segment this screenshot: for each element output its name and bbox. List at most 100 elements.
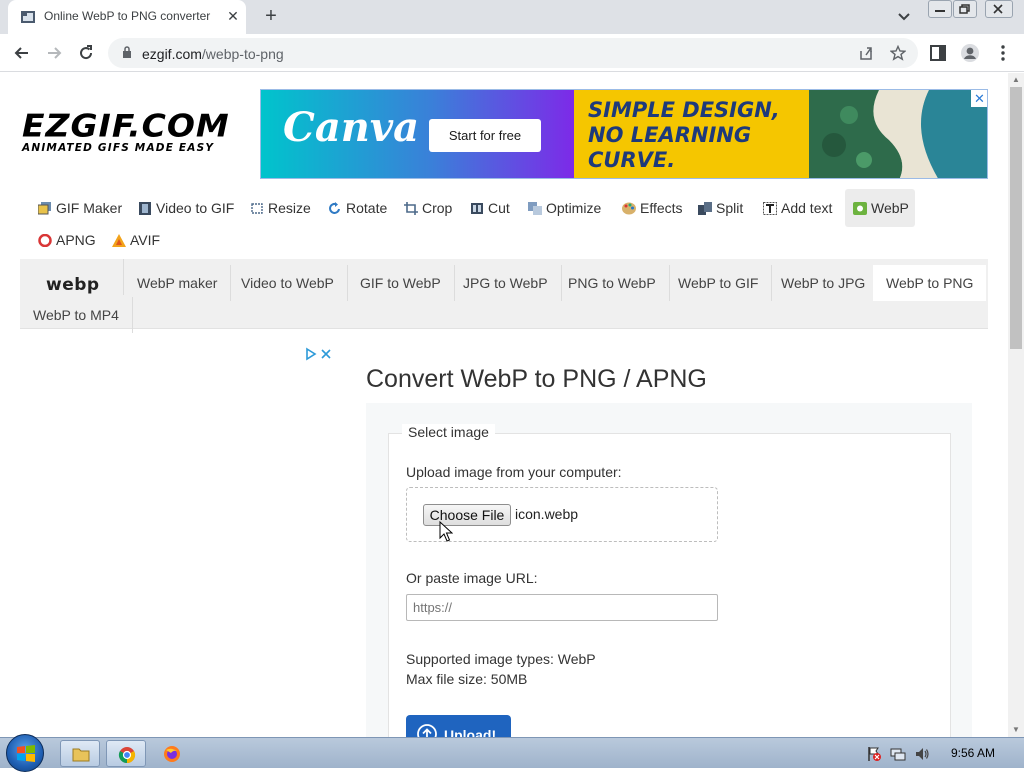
ad-brand-logo: Canva xyxy=(283,104,419,151)
new-tab-icon[interactable]: + xyxy=(260,5,282,27)
cut-icon xyxy=(471,203,483,214)
menu-apng[interactable]: APNG xyxy=(30,225,102,255)
submenu-jpg-to-webp[interactable]: JPG to WebP xyxy=(450,265,562,301)
ad-headline-panel: SIMPLE DESIGN, NO LEARNING CURVE. xyxy=(574,90,809,178)
more-menu-icon[interactable] xyxy=(993,43,1013,63)
menu-avif[interactable]: AVIF xyxy=(104,225,166,255)
webp-icon xyxy=(853,202,867,215)
url-text[interactable]: ezgif.com/webp-to-png xyxy=(142,46,284,62)
ezgif-logo[interactable]: EZGIF.COM ANIMATED GIFS MADE EASY xyxy=(22,107,250,154)
beach-photo xyxy=(809,90,987,178)
page-title: Convert WebP to PNG / APNG xyxy=(366,365,707,393)
taskbar-chrome[interactable] xyxy=(106,740,146,767)
tab-close-icon[interactable]: ✕ xyxy=(224,7,242,25)
browser-toolbar: ezgif.com/webp-to-png xyxy=(0,34,1024,72)
submenu-webp-to-png[interactable]: WebP to PNG xyxy=(873,265,987,301)
scroll-up-arrow-icon[interactable]: ▲ xyxy=(1008,73,1024,87)
firefox-icon xyxy=(164,746,180,762)
apng-icon xyxy=(38,234,52,247)
volume-icon[interactable] xyxy=(914,746,930,762)
menu-webp[interactable]: WebP xyxy=(845,189,915,227)
webp-submenu: webp WebP maker Video to WebP GIF to Web… xyxy=(20,259,988,333)
menu-crop[interactable]: Crop xyxy=(396,193,458,223)
split-icon xyxy=(698,202,712,215)
ad-image xyxy=(809,90,987,178)
advertisement-banner[interactable]: Canva Start for free SIMPLE DESIGN, NO L… xyxy=(260,89,988,179)
rotate-icon xyxy=(329,202,340,214)
forward-arrow-icon[interactable] xyxy=(44,43,64,63)
selected-file-name: icon.webp xyxy=(515,506,579,522)
taskbar-firefox[interactable] xyxy=(152,740,192,767)
submenu-webp-to-mp4[interactable]: WebP to MP4 xyxy=(20,297,133,333)
submenu-video-to-webp[interactable]: Video to WebP xyxy=(228,265,348,301)
image-url-input[interactable] xyxy=(406,594,718,621)
menu-effects[interactable]: Effects xyxy=(614,193,689,223)
url-label: Or paste image URL: xyxy=(406,570,538,586)
menu-rotate[interactable]: Rotate xyxy=(320,193,393,223)
webp-section-logo[interactable]: webp xyxy=(20,259,124,295)
scroll-thumb[interactable] xyxy=(1010,87,1022,349)
profile-avatar-icon[interactable] xyxy=(960,43,980,63)
submenu-webp-to-jpg[interactable]: WebP to JPG xyxy=(768,265,880,301)
max-size-text: Max file size: 50MB xyxy=(406,671,528,687)
mouse-cursor-icon xyxy=(439,521,453,542)
reload-icon[interactable] xyxy=(76,43,96,63)
bookmark-star-icon[interactable] xyxy=(890,45,906,61)
network-icon[interactable] xyxy=(890,746,906,762)
logo-main-text: EZGIF.COM xyxy=(22,107,230,145)
menu-optimize[interactable]: Optimize xyxy=(520,193,607,223)
page-scrollbar[interactable]: ▲ ▼ xyxy=(1008,73,1024,737)
windows-logo-icon xyxy=(17,745,35,762)
submenu-webp-to-gif[interactable]: WebP to GIF xyxy=(665,265,773,301)
close-window-button[interactable] xyxy=(985,0,1013,18)
tab-title: Online WebP to PNG converter xyxy=(44,9,211,23)
submenu-webp-maker[interactable]: WebP maker xyxy=(124,265,232,301)
resize-icon xyxy=(251,203,263,214)
start-button[interactable] xyxy=(6,734,44,772)
ezgif-favicon-icon xyxy=(21,11,35,23)
minimize-icon xyxy=(935,10,945,12)
film-icon xyxy=(139,202,151,215)
taskbar-file-explorer[interactable] xyxy=(60,740,100,767)
ad-cta-button[interactable]: Start for free xyxy=(429,119,541,152)
crop-icon xyxy=(404,202,418,215)
scroll-down-arrow-icon[interactable]: ▼ xyxy=(1008,723,1024,737)
taskbar-clock[interactable]: 9:56 AM xyxy=(951,746,995,760)
restore-button[interactable] xyxy=(953,0,977,18)
upload-label: Upload image from your computer: xyxy=(406,464,622,480)
back-arrow-icon[interactable] xyxy=(12,43,32,63)
upload-button[interactable]: Upload! xyxy=(406,715,511,737)
optimize-icon xyxy=(528,202,542,215)
share-icon[interactable] xyxy=(858,45,874,61)
restore-icon xyxy=(959,4,970,14)
upload-cloud-icon xyxy=(417,724,437,737)
lock-icon[interactable] xyxy=(122,46,132,59)
gif-maker-icon xyxy=(38,202,51,215)
chrome-icon xyxy=(118,747,136,764)
page-viewport: EZGIF.COM ANIMATED GIFS MADE EASY Canva … xyxy=(0,73,1008,737)
tab-strip: Online WebP to PNG converter ✕ + xyxy=(0,0,1024,34)
windows-taskbar: 9:56 AM xyxy=(0,734,1024,772)
tab-search-chevron-icon[interactable] xyxy=(894,7,914,27)
menu-cut[interactable]: Cut xyxy=(462,193,516,223)
menu-gif-maker[interactable]: GIF Maker xyxy=(30,193,128,223)
submenu-png-to-webp[interactable]: PNG to WebP xyxy=(555,265,670,301)
menu-add-text[interactable]: Add text xyxy=(755,193,838,223)
text-icon xyxy=(763,202,777,215)
minimize-button[interactable] xyxy=(928,0,952,18)
menu-resize[interactable]: Resize xyxy=(242,193,317,223)
action-center-flag-icon[interactable] xyxy=(866,746,882,762)
submenu-gif-to-webp[interactable]: GIF to WebP xyxy=(347,265,455,301)
browser-tab[interactable]: Online WebP to PNG converter ✕ xyxy=(8,0,246,34)
menu-split[interactable]: Split xyxy=(690,193,749,223)
choose-file-button[interactable]: Choose File xyxy=(423,504,511,526)
address-bar[interactable]: ezgif.com/webp-to-png xyxy=(108,38,918,68)
ad-close-icon[interactable]: ✕ xyxy=(971,90,987,107)
supported-types-text: Supported image types: WebP xyxy=(406,651,596,667)
palette-icon xyxy=(622,202,636,215)
adchoices-icon[interactable] xyxy=(304,347,334,361)
upload-button-label: Upload! xyxy=(444,727,497,737)
avif-icon xyxy=(112,234,126,247)
menu-video-to-gif[interactable]: Video to GIF xyxy=(130,193,240,223)
side-panel-icon[interactable] xyxy=(928,43,948,63)
